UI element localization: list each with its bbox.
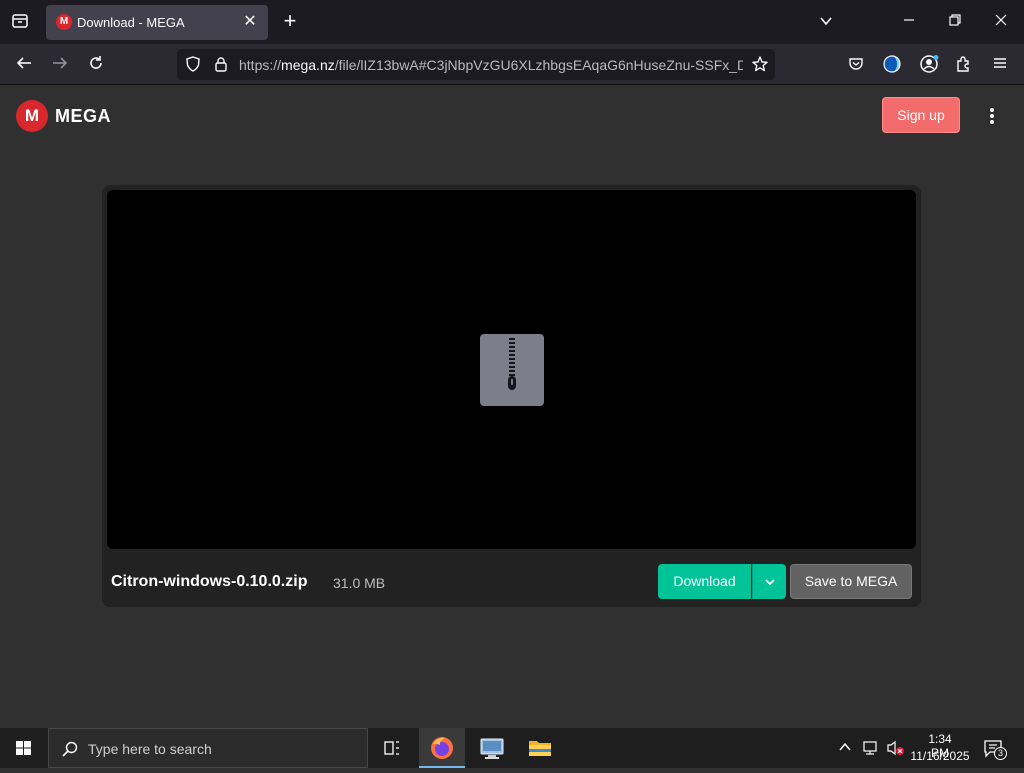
volume-muted-icon[interactable] (886, 739, 906, 757)
close-tab-icon[interactable]: ✕ (240, 12, 260, 32)
lock-icon[interactable] (213, 56, 231, 74)
file-size: 31.0 MB (333, 575, 386, 591)
mega-brand-text[interactable]: MEGA (55, 106, 111, 127)
tab-title: Download - MEGA (77, 15, 185, 30)
save-to-mega-button[interactable]: Save to MEGA (790, 564, 912, 599)
network-icon[interactable] (862, 739, 880, 757)
minimize-icon[interactable] (900, 12, 918, 30)
zipper-pull (508, 376, 516, 390)
reload-icon[interactable] (86, 54, 106, 74)
chevron-down-icon[interactable] (816, 13, 836, 31)
shield-icon[interactable] (185, 56, 203, 74)
clock-date[interactable]: 11/16/2025 (908, 749, 972, 763)
menu-icon[interactable] (991, 55, 1009, 73)
url-text[interactable]: https://mega.nz/file/lIZ13bwA#C3jNbpVzGU… (239, 57, 743, 73)
search-placeholder: Type here to search (88, 741, 212, 757)
task-view-icon[interactable] (369, 728, 415, 768)
taskbar-remote-desktop-icon[interactable] (469, 728, 515, 768)
windows-start-icon[interactable] (0, 728, 48, 768)
taskbar-search-input[interactable]: Type here to search (48, 728, 368, 768)
taskbar-firefox-icon[interactable] (419, 728, 465, 768)
pocket-icon[interactable] (847, 55, 865, 73)
url-prefix: https:// (239, 57, 282, 73)
tab-bar: M Download - MEGA ✕ + (0, 0, 1024, 44)
zip-file-icon (480, 334, 544, 406)
forward-icon[interactable] (50, 54, 70, 74)
vpn-icon[interactable] (882, 54, 902, 74)
show-hidden-icons-chevron-icon[interactable] (838, 740, 854, 756)
url-bar[interactable]: https://mega.nz/file/lIZ13bwA#C3jNbpVzGU… (177, 49, 775, 80)
taskbar-file-explorer-icon[interactable] (517, 728, 563, 768)
taskbar: Type here to search 1:34 PM 11/16/2025 3 (0, 728, 1024, 768)
list-all-tabs-icon[interactable] (10, 12, 30, 32)
tab-download-mega[interactable]: M Download - MEGA ✕ (46, 5, 268, 40)
sign-up-button[interactable]: Sign up (882, 97, 960, 133)
restore-icon[interactable] (946, 13, 964, 31)
url-path: /file/lIZ13bwA#C3jNbpVzGU6XLzhbgsEAqaG6n… (334, 57, 743, 73)
notifications-icon[interactable]: 3 (982, 738, 1007, 760)
close-window-icon[interactable] (992, 13, 1010, 31)
extensions-icon[interactable] (955, 55, 973, 73)
zipper-teeth (509, 338, 515, 378)
mega-logo-icon[interactable]: M (16, 100, 48, 132)
mega-favicon: M (56, 14, 72, 30)
download-options-chevron-icon[interactable] (752, 564, 786, 599)
download-button[interactable]: Download (658, 564, 751, 599)
back-icon[interactable] (14, 54, 34, 74)
bookmark-star-icon[interactable] (751, 55, 769, 73)
account-icon[interactable] (919, 54, 939, 74)
more-options-icon[interactable] (984, 106, 1000, 126)
url-host: mega.nz (281, 57, 335, 73)
search-icon (61, 740, 79, 758)
notification-count-badge: 3 (994, 747, 1007, 760)
new-tab-icon[interactable]: + (280, 10, 300, 32)
file-name: Citron-windows-0.10.0.zip (111, 573, 308, 590)
